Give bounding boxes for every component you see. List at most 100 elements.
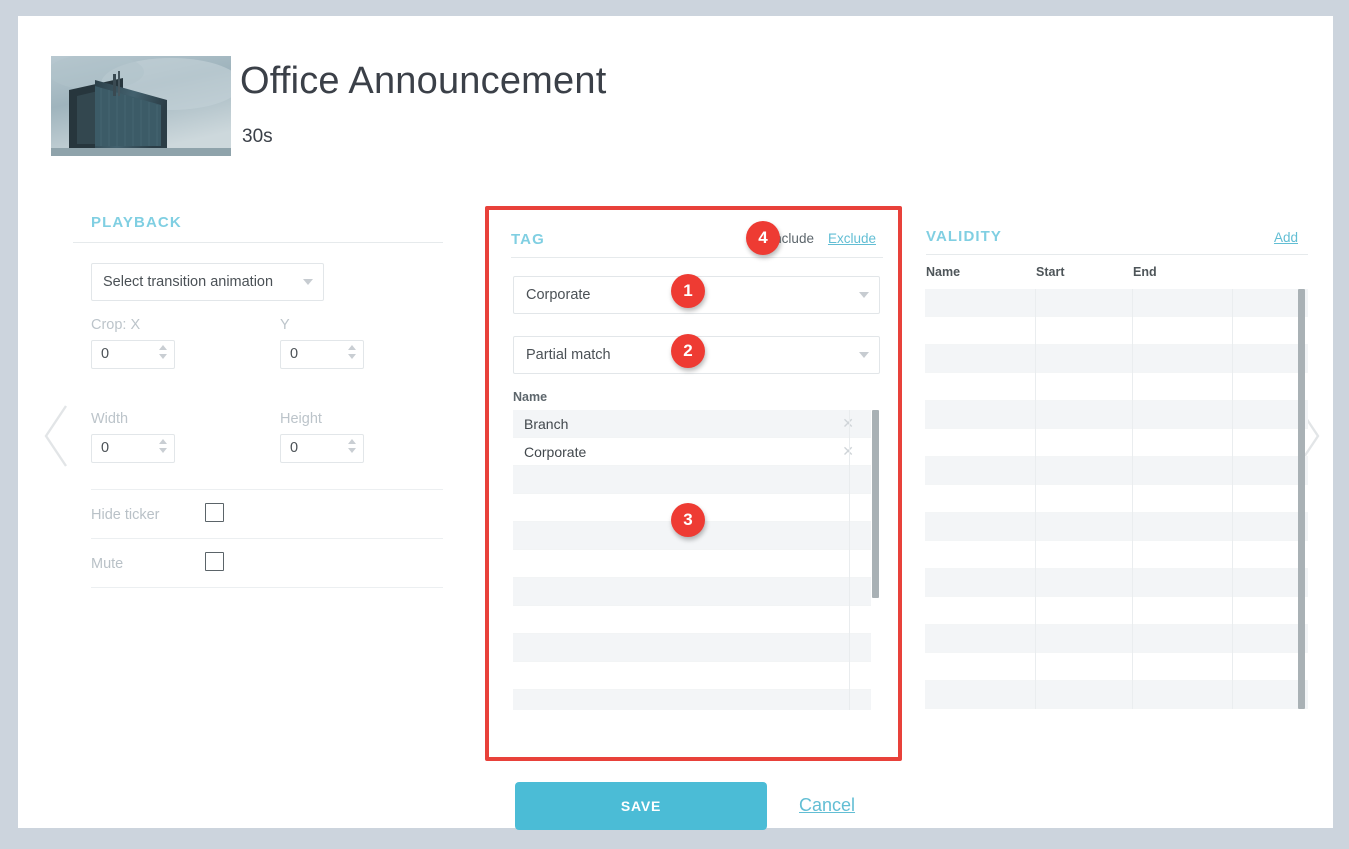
hide-ticker-row: Hide ticker xyxy=(91,489,443,538)
validity-table-scroll-thumb[interactable] xyxy=(1298,289,1305,709)
table-row[interactable] xyxy=(513,606,880,634)
chevron-down-icon xyxy=(303,279,313,285)
playback-bottom-divider xyxy=(91,587,443,588)
table-row[interactable] xyxy=(925,429,1308,457)
crop-x-label: Crop: X xyxy=(91,317,141,333)
table-row[interactable] xyxy=(925,317,1308,345)
table-row[interactable] xyxy=(925,345,1308,373)
crop-height-stepper[interactable]: 0 xyxy=(280,434,364,463)
validity-header: VALIDITY Add xyxy=(908,210,1308,246)
table-row[interactable]: Corporate ✕ xyxy=(513,438,880,466)
tag-header-divider xyxy=(511,257,883,258)
mute-checkbox[interactable] xyxy=(205,552,224,571)
crop-width-spinner[interactable] xyxy=(158,439,167,460)
tag-table-scroll-thumb[interactable] xyxy=(872,410,879,598)
transition-animation-value: Select transition animation xyxy=(103,274,274,290)
tag-header: TAG Include Exclude xyxy=(489,210,898,248)
playback-header: PLAYBACK xyxy=(73,210,443,243)
table-row[interactable] xyxy=(513,690,880,710)
tag-row-name: Branch xyxy=(524,416,569,432)
table-row[interactable] xyxy=(925,653,1308,681)
validity-column-divider xyxy=(1035,289,1036,709)
table-row[interactable] xyxy=(925,373,1308,401)
crop-x-spinner[interactable] xyxy=(158,345,167,366)
table-row[interactable] xyxy=(925,541,1308,569)
annotation-badge-3: 3 xyxy=(671,503,705,537)
table-row[interactable] xyxy=(925,569,1308,597)
table-row[interactable]: Branch ✕ xyxy=(513,410,880,438)
playback-section-title: PLAYBACK xyxy=(91,214,182,231)
crop-x-stepper[interactable]: 0 xyxy=(91,340,175,369)
media-thumbnail[interactable] xyxy=(51,56,231,156)
table-row[interactable] xyxy=(513,662,880,690)
annotation-badge-2: 2 xyxy=(671,334,705,368)
tag-table: Branch ✕ Corporate ✕ xyxy=(513,410,880,710)
tag-match-value: Partial match xyxy=(526,347,611,363)
validity-section: VALIDITY Add Name Start End xyxy=(908,210,1308,709)
media-duration: 30s xyxy=(242,126,273,147)
tag-row-name: Corporate xyxy=(524,444,587,460)
validity-header-divider xyxy=(926,254,1308,255)
validity-section-title: VALIDITY xyxy=(926,228,1003,245)
tag-table-column-divider xyxy=(849,410,850,710)
crop-width-label: Width xyxy=(91,411,129,427)
crop-y-field: Y 0 xyxy=(280,317,364,369)
crop-size-row: Width 0 Height 0 xyxy=(73,411,443,489)
table-row[interactable] xyxy=(513,578,880,606)
hide-ticker-label: Hide ticker xyxy=(91,507,160,523)
prev-item-arrow[interactable] xyxy=(40,400,74,472)
annotation-badge-1: 1 xyxy=(671,274,705,308)
validity-column-start: Start xyxy=(1036,265,1065,279)
chevron-left-icon xyxy=(44,405,67,467)
table-row[interactable] xyxy=(925,289,1308,317)
validity-column-divider xyxy=(1132,289,1133,709)
crop-height-value: 0 xyxy=(290,440,299,456)
transition-animation-select[interactable]: Select transition animation xyxy=(91,263,324,301)
crop-height-field: Height 0 xyxy=(280,411,364,463)
crop-y-spinner[interactable] xyxy=(347,345,356,366)
crop-y-stepper[interactable]: 0 xyxy=(280,340,364,369)
table-row[interactable] xyxy=(513,550,880,578)
tag-mode-exclude[interactable]: Exclude xyxy=(828,231,876,246)
chevron-down-icon xyxy=(859,352,869,358)
table-row[interactable] xyxy=(513,466,880,494)
app-background: Office Announcement 30s PLAYBACK Select … xyxy=(0,0,1349,849)
tag-column-header-name: Name xyxy=(513,390,548,404)
crop-y-label: Y xyxy=(280,317,290,333)
table-row[interactable] xyxy=(925,401,1308,429)
table-row[interactable] xyxy=(925,625,1308,653)
tag-section-title: TAG xyxy=(511,231,545,248)
table-row[interactable] xyxy=(925,513,1308,541)
chevron-down-icon xyxy=(859,292,869,298)
validity-column-divider xyxy=(1232,289,1233,709)
mute-row: Mute xyxy=(91,538,443,587)
hide-ticker-checkbox[interactable] xyxy=(205,503,224,522)
validity-column-end: End xyxy=(1133,265,1157,279)
media-detail-card: Office Announcement 30s PLAYBACK Select … xyxy=(18,16,1333,830)
crop-height-label: Height xyxy=(280,411,322,427)
validity-column-headers: Name Start End xyxy=(926,265,1308,287)
validity-table xyxy=(925,289,1308,709)
table-row[interactable] xyxy=(513,634,880,662)
table-row[interactable] xyxy=(925,681,1308,709)
crop-width-stepper[interactable]: 0 xyxy=(91,434,175,463)
tag-name-value: Corporate xyxy=(526,287,591,303)
save-button[interactable]: SAVE xyxy=(515,782,767,830)
tag-table-scrollbar[interactable] xyxy=(871,410,880,710)
crop-x-field: Crop: X 0 xyxy=(91,317,175,369)
page-title: Office Announcement xyxy=(240,60,607,102)
validity-column-name: Name xyxy=(926,265,961,279)
crop-xy-row: Crop: X 0 Y 0 xyxy=(73,317,443,395)
table-row[interactable] xyxy=(925,485,1308,513)
crop-height-spinner[interactable] xyxy=(347,439,356,460)
table-row[interactable] xyxy=(925,597,1308,625)
table-row[interactable] xyxy=(925,457,1308,485)
cancel-button[interactable]: Cancel xyxy=(793,794,861,817)
crop-x-value: 0 xyxy=(101,346,110,362)
playback-section: PLAYBACK Select transition animation Cro… xyxy=(73,210,443,588)
mute-label: Mute xyxy=(91,556,124,572)
annotation-badge-4: 4 xyxy=(746,221,780,255)
tag-mode-switch: Include Exclude xyxy=(770,231,876,246)
crop-y-value: 0 xyxy=(290,346,299,362)
validity-add-link[interactable]: Add xyxy=(1274,230,1298,245)
